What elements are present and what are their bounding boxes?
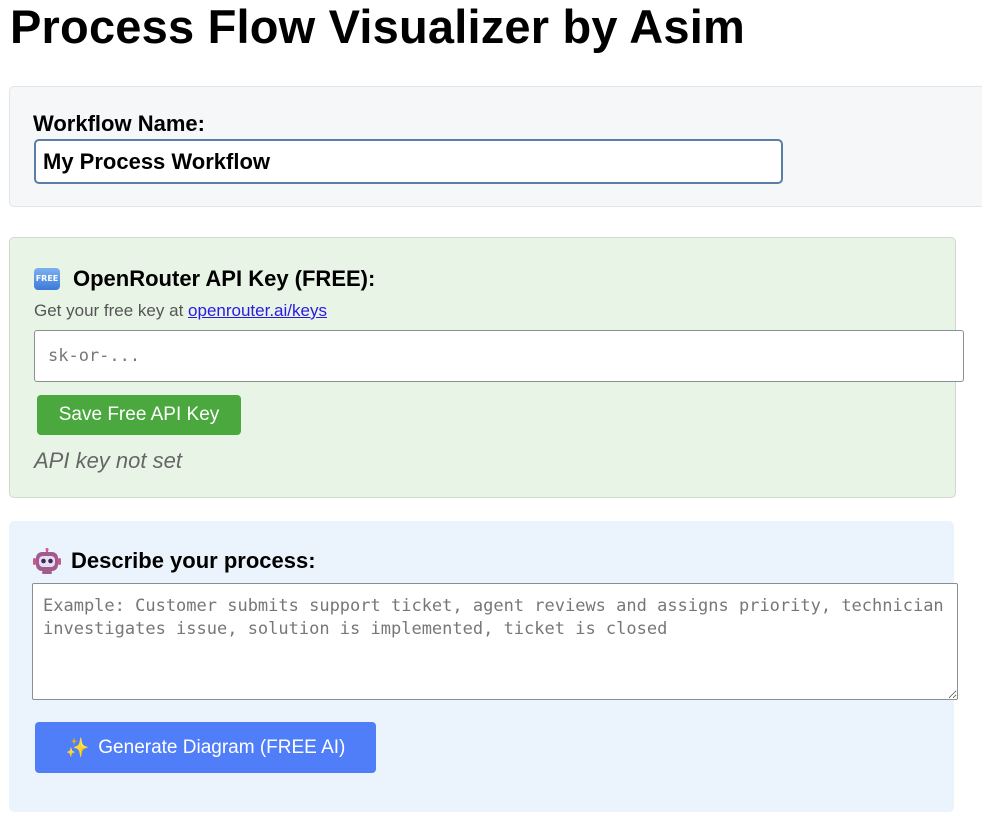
- api-key-heading: FREE OpenRouter API Key (FREE):: [34, 266, 375, 292]
- generate-diagram-label: Generate Diagram (FREE AI): [98, 736, 346, 758]
- api-key-status: API key not set: [34, 448, 182, 473]
- describe-title: Describe your process:: [71, 548, 316, 573]
- workflow-name-label: Workflow Name:: [33, 111, 205, 136]
- workflow-name-input[interactable]: [34, 139, 783, 184]
- save-api-key-button[interactable]: Save Free API Key: [37, 395, 241, 435]
- api-key-hint-text: Get your free key at: [34, 301, 184, 320]
- page-title: Process Flow Visualizer by Asim: [10, 0, 745, 53]
- api-key-hint: Get your free key at openrouter.ai/keys: [34, 300, 327, 322]
- process-description-textarea[interactable]: [32, 583, 958, 700]
- describe-process-panel: Describe your process: ✨ Generate Diagra…: [9, 521, 958, 812]
- free-button-icon: FREE: [34, 268, 60, 290]
- api-key-input[interactable]: [34, 330, 964, 382]
- robot-icon: [33, 547, 61, 574]
- describe-heading: Describe your process:: [33, 547, 316, 574]
- openrouter-keys-link[interactable]: openrouter.ai/keys: [188, 301, 327, 320]
- api-key-title: OpenRouter API Key (FREE):: [73, 266, 376, 291]
- generate-diagram-button[interactable]: ✨ Generate Diagram (FREE AI): [35, 722, 376, 773]
- sparkles-icon: ✨: [65, 737, 90, 759]
- api-key-panel: FREE OpenRouter API Key (FREE): Get your…: [9, 237, 964, 498]
- workflow-panel: Workflow Name:: [9, 86, 982, 207]
